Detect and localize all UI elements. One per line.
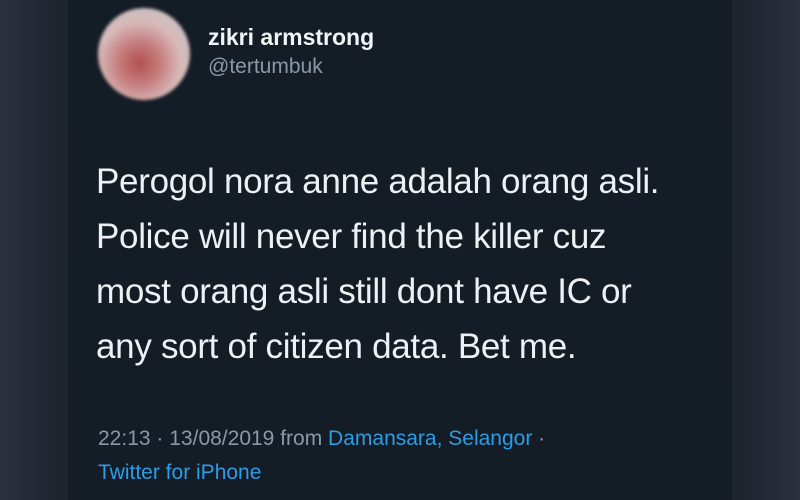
tweet-text-line: Police will never find the killer cuz <box>96 217 607 256</box>
tweet-author[interactable]: zikri armstrong @tertumbuk <box>208 22 374 82</box>
tweet-text: Perogol nora anne adalah orang asli. Pol… <box>96 154 716 374</box>
tweet-text-line: Perogol nora anne adalah orang asli. <box>96 162 660 201</box>
from-label: from <box>280 427 323 450</box>
tweet-text-line: most orang asli still dont have IC or <box>96 272 632 311</box>
tweet-time[interactable]: 22:13 <box>98 427 151 450</box>
tweet-client-link[interactable]: Twitter for iPhone <box>98 461 261 484</box>
screenshot-frame: zikri armstrong @tertumbuk Perogol nora … <box>0 0 800 500</box>
separator: · <box>538 427 546 450</box>
tweet-date[interactable]: 13/08/2019 <box>169 427 274 450</box>
separator: · <box>156 427 164 450</box>
avatar[interactable] <box>98 8 190 100</box>
tweet-location-link[interactable]: Damansara, Selangor <box>328 427 532 450</box>
tweet-text-line: any sort of citizen data. Bet me. <box>96 327 577 366</box>
display-name[interactable]: zikri armstrong <box>208 22 374 52</box>
tweet-metadata: 22:13 · 13/08/2019 from Damansara, Selan… <box>98 422 718 490</box>
user-handle[interactable]: @tertumbuk <box>208 52 374 82</box>
